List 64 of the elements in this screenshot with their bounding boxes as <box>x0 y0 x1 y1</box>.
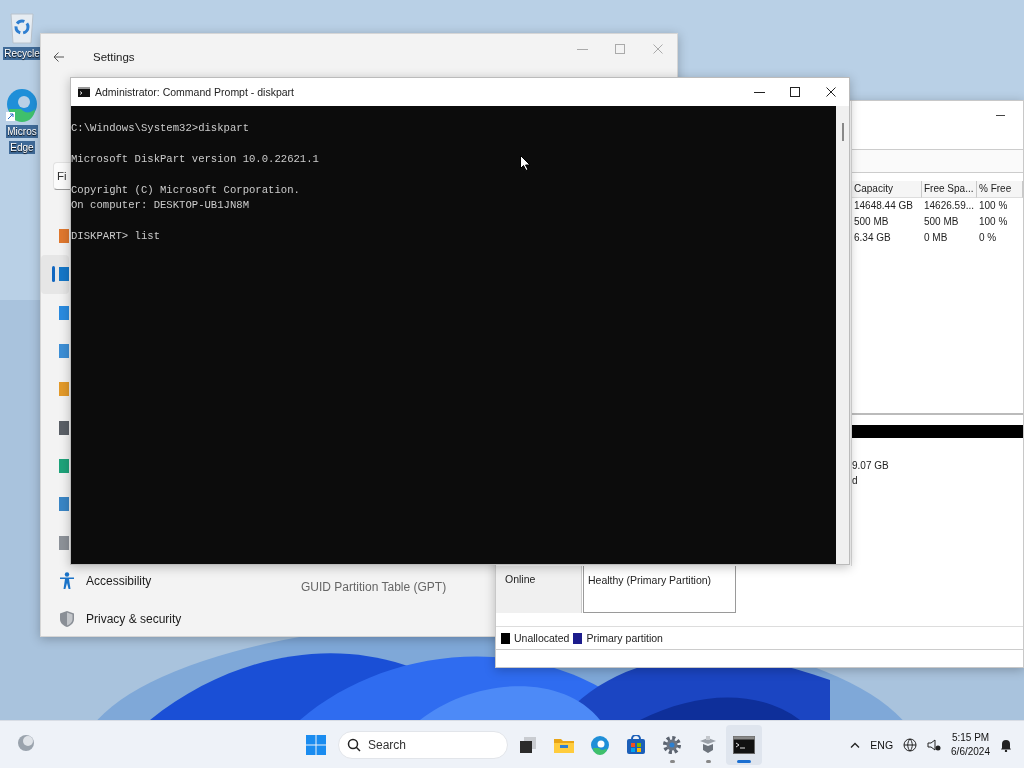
maximize-icon[interactable] <box>790 87 800 97</box>
desktop-icon-label: Edge <box>9 141 35 154</box>
taskbar-button[interactable] <box>726 724 762 765</box>
table-cell-text: 6.34 GB <box>853 231 892 245</box>
nav-item[interactable] <box>41 255 69 294</box>
partition-status[interactable]: Healthy (Primary Partition) <box>583 566 736 613</box>
running-indicator <box>706 759 711 763</box>
disk-status: Online <box>496 566 582 613</box>
console-line: DISKPART> list <box>71 228 160 244</box>
edge-icon[interactable] <box>6 88 38 122</box>
search-field[interactable]: Search <box>338 730 508 759</box>
window-title: Settings <box>93 50 135 63</box>
legend-label: Unallocated <box>514 632 570 644</box>
clock[interactable]: 5:15 PM 6/6/2024 <box>951 730 990 759</box>
gear-icon <box>662 734 682 755</box>
window-title: Administrator: Command Prompt - diskpart <box>95 86 294 98</box>
cursor-icon <box>520 155 531 171</box>
desktop-icon-label: Micros <box>6 125 38 138</box>
partition-text: d <box>852 474 859 488</box>
table-cell-text: 100 % <box>978 199 1009 213</box>
recycle-bin-icon[interactable] <box>8 10 36 44</box>
start-icon[interactable] <box>306 734 326 755</box>
notification-icon[interactable] <box>1000 737 1012 752</box>
scrollbar[interactable] <box>836 106 849 564</box>
desktop-icon-label: Recycle <box>3 47 41 60</box>
nav-item[interactable]: Accessibility <box>41 561 162 600</box>
column-header[interactable]: Capacity <box>852 181 922 198</box>
chevron-up-icon[interactable] <box>850 741 861 748</box>
minimize-icon[interactable] <box>995 114 1005 116</box>
minimize-icon[interactable] <box>753 91 765 93</box>
search-icon <box>347 737 361 752</box>
console-line: Copyright (C) Microsoft Corporation. <box>71 182 300 198</box>
legend-label: Primary partition <box>586 632 663 644</box>
table-cell-text: 0 % <box>978 231 998 245</box>
selection-indicator <box>52 266 55 283</box>
table-cell-text: 500 MB <box>923 215 960 229</box>
close-icon[interactable] <box>826 87 836 97</box>
weather-icon[interactable] <box>16 732 36 753</box>
back-arrow-icon[interactable] <box>53 50 65 63</box>
speaker-muted-icon[interactable] <box>927 737 942 752</box>
console-line: C:\Windows\System32>diskpart <box>71 121 249 136</box>
task-view-icon <box>519 735 537 754</box>
running-indicator <box>737 759 751 763</box>
table-cell-text: 0 MB <box>923 231 949 245</box>
table-cell-text: 14626.59... <box>923 199 976 213</box>
terminal-icon <box>733 735 755 754</box>
language-indicator[interactable]: ENG <box>870 738 894 751</box>
search-field[interactable]: Fi <box>53 162 70 190</box>
nav-item[interactable]: Privacy & security <box>41 599 192 639</box>
table-cell-text: 500 MB <box>853 215 890 229</box>
globe-icon[interactable] <box>903 737 918 752</box>
partition-text: 9.07 GB <box>852 459 890 473</box>
store-icon <box>626 734 646 755</box>
console-line: On computer: DESKTOP-UB1JN8M <box>71 198 249 213</box>
terminal-icon <box>78 87 90 97</box>
tool-icon <box>698 734 718 755</box>
table-cell-text: 14648.44 GB <box>853 199 914 213</box>
console-line: Microsoft DiskPart version 10.0.22621.1 <box>71 151 319 167</box>
column-header[interactable]: % Free <box>977 181 1023 198</box>
column-header[interactable]: Free Spa... <box>922 181 977 198</box>
running-indicator <box>670 759 675 763</box>
edge-icon <box>590 734 610 755</box>
partition-style-text: GUID Partition Table (GPT) <box>301 580 447 595</box>
table-cell-text: 100 % <box>978 215 1009 229</box>
